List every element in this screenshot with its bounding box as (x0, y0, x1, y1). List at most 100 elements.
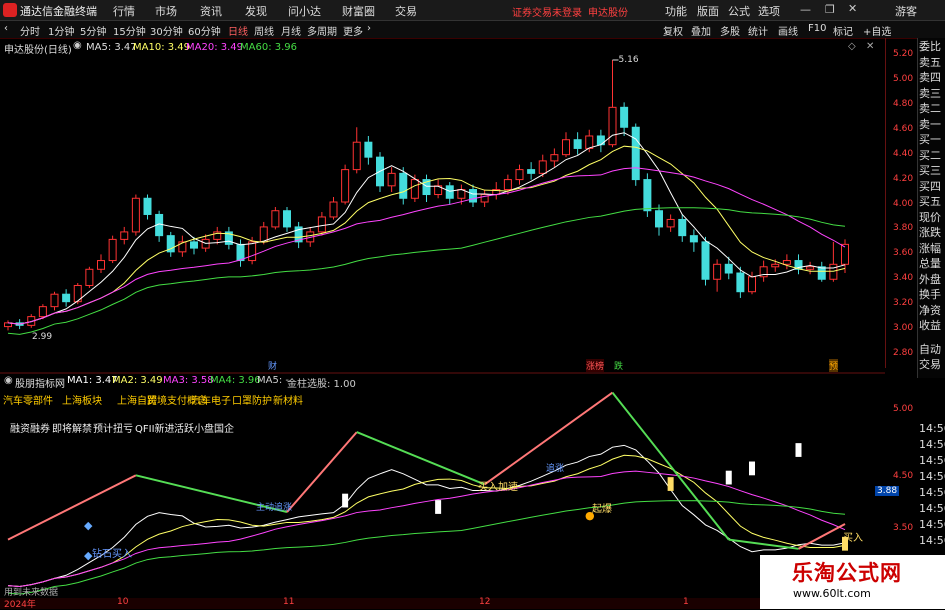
tab-period-monthly[interactable]: 月线 (281, 23, 301, 38)
mark-button[interactable]: 标记 (833, 23, 853, 38)
date-label: 11 (283, 597, 295, 607)
quote-field-label: 换手 (919, 288, 941, 301)
signal-bar (342, 493, 349, 508)
price-axis-label: 3.40 (893, 273, 914, 284)
add-favorite-button[interactable]: +自选 (863, 23, 891, 38)
signal-bar (667, 477, 674, 491)
price-axis-label: 4.80 (893, 98, 914, 109)
ind-axis-label: 4.50 (893, 471, 914, 481)
menu-wealth[interactable]: 财富圈 (342, 3, 375, 19)
candle-body (538, 160, 547, 174)
f10-button[interactable]: F10 (808, 23, 826, 34)
ind-ma2-line (7, 454, 846, 587)
price-axis-label: 3.80 (893, 223, 914, 234)
price-axis-label: 4.20 (893, 173, 914, 184)
tab-period-weekly[interactable]: 周线 (254, 23, 274, 38)
quote-field-label: 买一 (919, 133, 941, 146)
price-axis-label: 5.20 (893, 49, 914, 59)
indicator-group (7, 391, 848, 595)
tab-period-daily[interactable]: 日线 (228, 23, 248, 38)
menu-options[interactable]: 选项 (758, 3, 780, 19)
multi-stock-button[interactable]: 多股 (720, 23, 740, 38)
login-status[interactable]: 证券交易未登录 (512, 4, 582, 19)
tab-period-more[interactable]: 更多 (343, 23, 363, 38)
candle-body (666, 218, 675, 228)
candle-body (317, 216, 326, 233)
indicator-name[interactable]: 股朋指标网 (15, 375, 65, 390)
app-title: 通达信金融终端 (20, 5, 97, 18)
candle-body (631, 126, 640, 181)
minimize-icon[interactable]: — (800, 3, 811, 16)
menu-discover[interactable]: 发现 (245, 3, 267, 19)
kline-chart[interactable] (0, 38, 885, 598)
statistics-button[interactable]: 统计 (748, 23, 768, 38)
signal-zhangfu: 追涨 (546, 464, 565, 474)
finance-marker[interactable]: 财 (268, 359, 277, 372)
forecast-marker[interactable]: 预 (829, 359, 839, 372)
tab-period-30min[interactable]: 30分钟 (150, 23, 183, 38)
concept-tag: QFII新进 (135, 424, 175, 435)
tab-period-fenshi[interactable]: 分时 (20, 23, 40, 38)
menu-formula[interactable]: 公式 (728, 3, 750, 19)
candle-body (678, 218, 687, 237)
date-label: 2024年 (4, 600, 36, 610)
menu-quotes[interactable]: 行情 (113, 3, 135, 19)
candle-body (248, 241, 257, 262)
overlay-button[interactable]: 叠加 (691, 23, 711, 38)
fuquan-button[interactable]: 复权 (663, 23, 683, 38)
quote-field-label: 卖四 (919, 71, 941, 84)
concept-tag: 融资融券 (10, 424, 50, 435)
indicator-collapse-icon[interactable]: ◉ (4, 375, 13, 386)
quote-field-label: 交易 (919, 358, 941, 371)
candle-body (503, 179, 512, 191)
candle-body (259, 226, 268, 243)
draw-line-button[interactable]: 画线 (778, 23, 798, 38)
guest-label[interactable]: 游客 (895, 3, 917, 19)
candle-body (748, 276, 756, 293)
candle-body (352, 141, 361, 171)
candle-body (387, 172, 396, 187)
concept-tag: 新材料 (273, 396, 303, 407)
tab-period-multi[interactable]: 多周期 (307, 23, 337, 38)
menu-news[interactable]: 资讯 (200, 3, 222, 19)
more-chevron-icon[interactable]: › (367, 23, 371, 34)
drop-marker[interactable]: 跌 (614, 359, 623, 372)
candle-body (50, 293, 59, 308)
wave-segment (356, 431, 486, 486)
price-axis-label: 4.40 (893, 148, 914, 159)
close-icon[interactable]: ✕ (848, 2, 857, 15)
menu-function[interactable]: 功能 (665, 3, 687, 19)
signal-buy: 买入 (843, 533, 863, 544)
low-price-label: 2.99 (32, 332, 53, 343)
candle-body (329, 201, 338, 218)
tab-period-60min[interactable]: 60分钟 (188, 23, 221, 38)
wave-segment (728, 538, 799, 550)
menu-ask[interactable]: 问小达 (288, 3, 321, 19)
tick-time-label: 14:56 (919, 438, 945, 451)
tab-period-1min[interactable]: 1分钟 (48, 23, 74, 38)
menu-trade[interactable]: 交易 (395, 3, 417, 19)
limit-up-marker[interactable]: 涨榜 (586, 359, 605, 372)
candle-body (736, 272, 745, 293)
date-label: 12 (479, 597, 491, 607)
tab-period-5min[interactable]: 5分钟 (80, 23, 106, 38)
stock-title: 申达股份 (588, 8, 628, 19)
signal-qibao: 起爆 (592, 504, 612, 515)
candle-body (643, 179, 652, 212)
quote-field-label: 卖三 (919, 86, 941, 100)
signal-bar (749, 461, 755, 476)
candle-body (527, 169, 536, 174)
quote-field-label: 收益 (919, 319, 941, 332)
toolbar-menu-icon[interactable]: ‹ (4, 23, 8, 34)
candle-body (701, 241, 710, 280)
candle-body (620, 106, 629, 128)
menu-market[interactable]: 市场 (155, 3, 177, 19)
restore-icon[interactable]: ❐ (825, 3, 835, 16)
candle-body (608, 106, 617, 146)
gold-bar-select-label: 金柱选股: 1.00 (287, 379, 356, 390)
tab-period-15min[interactable]: 15分钟 (113, 23, 146, 38)
ind-ma3-label: MA3: 3.58 (163, 375, 214, 386)
candle-body (724, 263, 733, 274)
menu-layout[interactable]: 版面 (697, 3, 719, 19)
quote-field-label: 卖二 (919, 102, 941, 115)
